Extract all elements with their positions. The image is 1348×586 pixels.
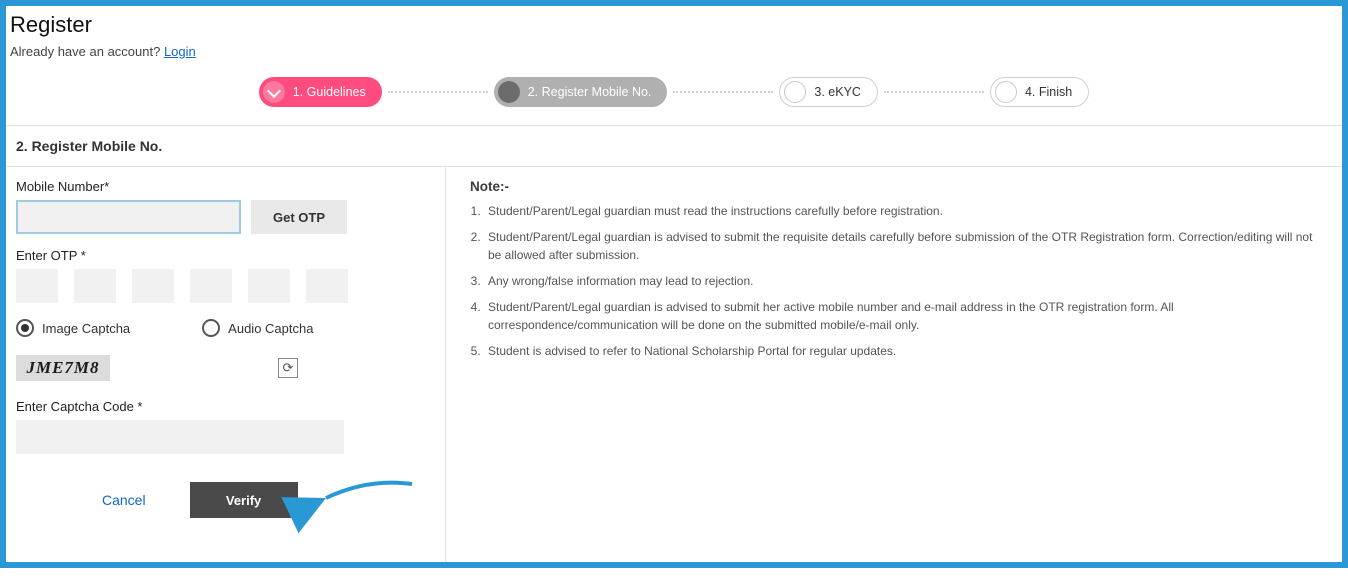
radio-label: Audio Captcha	[228, 321, 313, 336]
step-separator	[884, 91, 984, 93]
step-separator	[388, 91, 488, 93]
form-panel: Mobile Number* Get OTP Enter OTP * Image…	[6, 167, 446, 562]
check-icon	[263, 81, 285, 103]
refresh-captcha-button[interactable]: ⟳	[278, 358, 298, 378]
cancel-button[interactable]: Cancel	[102, 492, 146, 508]
dot-icon	[995, 81, 1017, 103]
otp-digit-6[interactable]	[306, 269, 348, 303]
step-label: 3. eKYC	[814, 85, 861, 99]
notes-panel: Note:- Student/Parent/Legal guardian mus…	[446, 167, 1342, 562]
captcha-image: JME7M8	[16, 355, 110, 381]
note-item: Student is advised to refer to National …	[484, 342, 1318, 360]
otp-inputs	[16, 269, 435, 303]
otp-digit-3[interactable]	[132, 269, 174, 303]
dot-icon	[498, 81, 520, 103]
radio-label: Image Captcha	[42, 321, 130, 336]
audio-captcha-radio[interactable]: Audio Captcha	[202, 319, 313, 337]
subline-text: Already have an account?	[10, 44, 164, 59]
otp-digit-1[interactable]	[16, 269, 58, 303]
otp-digit-5[interactable]	[248, 269, 290, 303]
otp-label: Enter OTP *	[16, 248, 435, 263]
captcha-input[interactable]	[16, 420, 344, 454]
page-title: Register	[10, 12, 1338, 38]
step-ekyc: 3. eKYC	[779, 77, 878, 107]
get-otp-button[interactable]: Get OTP	[251, 200, 347, 234]
step-label: 1. Guidelines	[293, 85, 366, 99]
otp-digit-4[interactable]	[190, 269, 232, 303]
otp-digit-2[interactable]	[74, 269, 116, 303]
step-label: 4. Finish	[1025, 85, 1072, 99]
section-title: 2. Register Mobile No.	[6, 125, 1342, 167]
note-item: Student/Parent/Legal guardian is advised…	[484, 228, 1318, 264]
step-label: 2. Register Mobile No.	[528, 85, 652, 99]
mobile-input[interactable]	[16, 200, 241, 234]
login-link[interactable]: Login	[164, 44, 196, 59]
step-separator	[673, 91, 773, 93]
captcha-input-label: Enter Captcha Code *	[16, 399, 435, 414]
note-item: Student/Parent/Legal guardian is advised…	[484, 298, 1318, 334]
image-captcha-radio[interactable]: Image Captcha	[16, 319, 130, 337]
notes-title: Note:-	[470, 179, 1318, 194]
note-item: Any wrong/false information may lead to …	[484, 272, 1318, 290]
step-register-mobile: 2. Register Mobile No.	[494, 77, 668, 107]
stepper: 1. Guidelines 2. Register Mobile No. 3. …	[6, 67, 1342, 125]
step-guidelines: 1. Guidelines	[259, 77, 382, 107]
dot-icon	[784, 81, 806, 103]
refresh-icon: ⟳	[283, 360, 294, 376]
mobile-label: Mobile Number*	[16, 179, 435, 194]
note-item: Student/Parent/Legal guardian must read …	[484, 202, 1318, 220]
step-finish: 4. Finish	[990, 77, 1089, 107]
notes-list: Student/Parent/Legal guardian must read …	[484, 202, 1318, 360]
verify-button[interactable]: Verify	[190, 482, 298, 518]
login-subline: Already have an account? Login	[10, 44, 1338, 59]
